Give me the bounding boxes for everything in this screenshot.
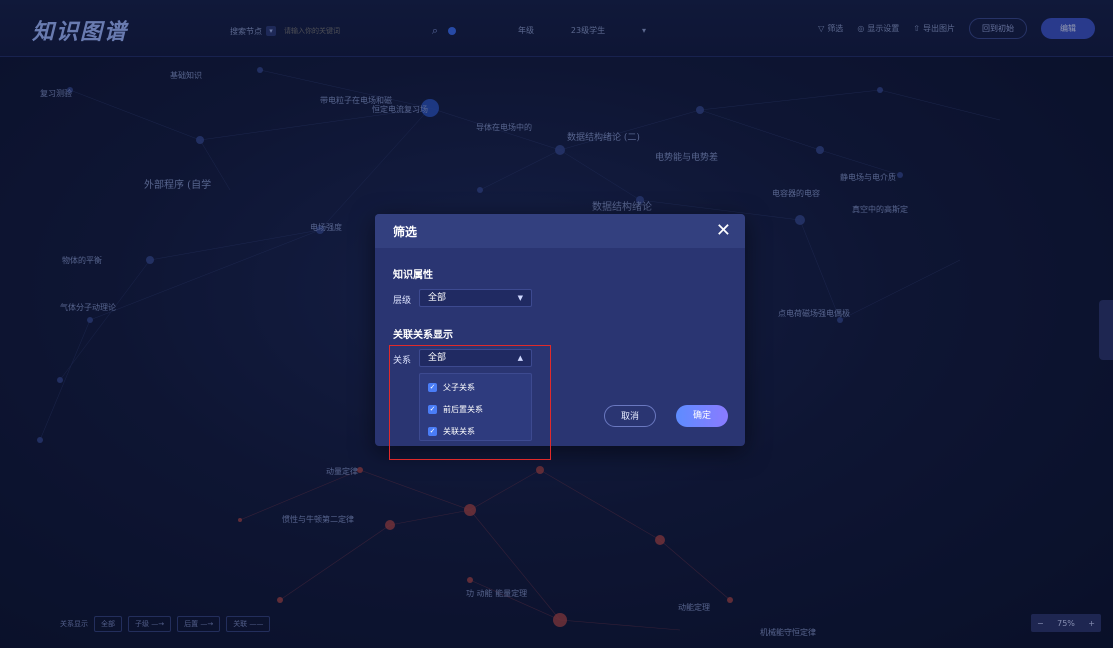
dialog-title: 筛选 (393, 225, 418, 239)
section-knowledge-attr: 知识属性 (393, 270, 433, 281)
checkbox-checked-icon[interactable]: ✓ (428, 427, 437, 436)
relation-value: 全部 (428, 353, 447, 363)
filter-dialog: 筛选 ✕ 知识属性 层级 全部 ▼ 关联关系显示 关系 全部 ▲ ✓ 父子关系 … (375, 214, 745, 446)
relation-select[interactable]: 全部 ▲ (419, 349, 532, 367)
section-relation-display: 关联关系显示 (393, 330, 453, 341)
relation-dropdown: ✓ 父子关系 ✓ 前后置关系 ✓ 关联关系 (419, 373, 532, 441)
option-parent-child[interactable]: ✓ 父子关系 (428, 382, 475, 393)
confirm-button[interactable]: 确定 (676, 405, 728, 427)
checkbox-checked-icon[interactable]: ✓ (428, 405, 437, 414)
cancel-button[interactable]: 取消 (604, 405, 656, 427)
chevron-down-icon: ▼ (517, 294, 523, 302)
level-value: 全部 (428, 293, 447, 303)
close-icon[interactable]: ✕ (716, 220, 731, 241)
level-select[interactable]: 全部 ▼ (419, 289, 532, 307)
option-relation[interactable]: ✓ 关联关系 (428, 426, 475, 437)
option-label: 关联关系 (443, 427, 475, 436)
checkbox-checked-icon[interactable]: ✓ (428, 383, 437, 392)
option-label: 父子关系 (443, 383, 475, 392)
relation-label: 关系 (393, 356, 412, 366)
chevron-up-icon: ▲ (517, 354, 523, 362)
level-label: 层级 (393, 296, 412, 306)
option-pre-post[interactable]: ✓ 前后置关系 (428, 404, 483, 415)
option-label: 前后置关系 (443, 405, 483, 414)
dialog-header: 筛选 ✕ (375, 214, 745, 248)
